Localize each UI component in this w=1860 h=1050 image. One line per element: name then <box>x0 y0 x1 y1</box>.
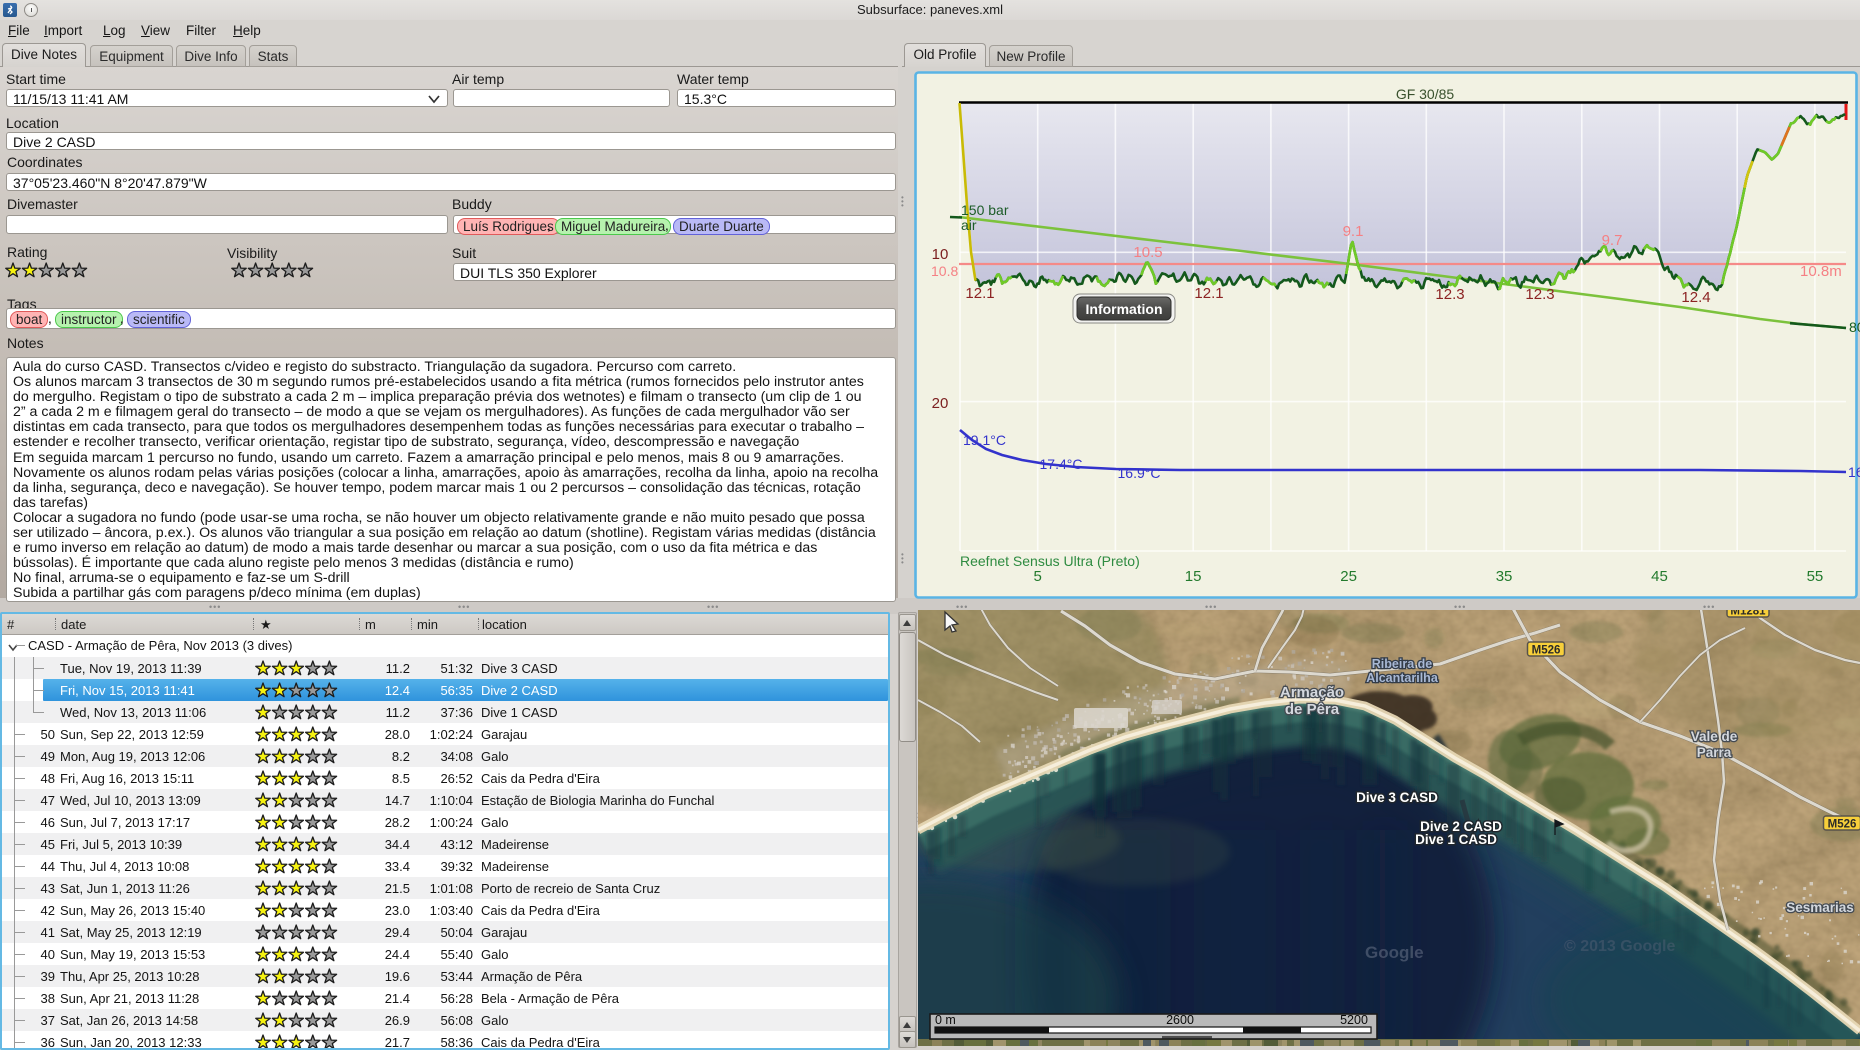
svg-text:35: 35 <box>1496 568 1513 585</box>
svg-text:© 2013 Google: © 2013 Google <box>1564 938 1675 955</box>
svg-text:Google: Google <box>1365 943 1424 962</box>
svg-text:15: 15 <box>1185 568 1202 585</box>
svg-text:10.8: 10.8 <box>931 263 958 279</box>
svg-text:M526: M526 <box>1532 645 1561 657</box>
svg-text:air: air <box>961 217 977 233</box>
svg-text:5200: 5200 <box>1340 1013 1368 1027</box>
svg-text:17.4°C: 17.4°C <box>1040 456 1083 472</box>
svg-text:9.1: 9.1 <box>1343 223 1364 240</box>
svg-text:de Pêra: de Pêra <box>1285 701 1340 718</box>
svg-text:12.3: 12.3 <box>1525 286 1554 303</box>
svg-text:M1281: M1281 <box>1730 610 1766 618</box>
svg-text:12.1: 12.1 <box>965 285 994 302</box>
svg-text:150 bar: 150 bar <box>961 202 1009 218</box>
svg-text:0 m: 0 m <box>935 1013 956 1027</box>
svg-text:Dive 1 CASD: Dive 1 CASD <box>1415 832 1497 847</box>
svg-text:GF 30/85: GF 30/85 <box>1396 86 1455 102</box>
svg-text:M526: M526 <box>1828 819 1857 831</box>
svg-text:10.5: 10.5 <box>1133 244 1162 261</box>
svg-text:10: 10 <box>932 246 949 263</box>
svg-text:19.1°C: 19.1°C <box>963 432 1006 448</box>
svg-text:Parra: Parra <box>1697 745 1732 760</box>
svg-text:12.3: 12.3 <box>1435 286 1464 303</box>
svg-text:20: 20 <box>932 395 949 412</box>
svg-text:Armação: Armação <box>1280 684 1344 701</box>
svg-text:12.4: 12.4 <box>1681 289 1710 306</box>
svg-text:45: 45 <box>1651 568 1668 585</box>
svg-text:Reefnet Sensus Ultra (Preto): Reefnet Sensus Ultra (Preto) <box>960 553 1140 569</box>
svg-text:25: 25 <box>1340 568 1357 585</box>
svg-text:9.7: 9.7 <box>1602 232 1623 249</box>
svg-text:16.9°C: 16.9°C <box>1118 465 1161 481</box>
svg-text:16: 16 <box>1848 464 1860 480</box>
svg-text:Information: Information <box>1086 301 1163 317</box>
svg-text:Vale de: Vale de <box>1691 729 1738 744</box>
svg-text:5: 5 <box>1034 568 1042 585</box>
svg-text:10.8m: 10.8m <box>1800 263 1842 280</box>
svg-text:Ribeira de: Ribeira de <box>1372 657 1432 671</box>
svg-text:Sesmarias: Sesmarias <box>1786 900 1854 915</box>
svg-text:55: 55 <box>1807 568 1824 585</box>
svg-text:Dive 3 CASD: Dive 3 CASD <box>1356 790 1438 805</box>
svg-text:12.1: 12.1 <box>1194 285 1223 302</box>
svg-text:2600: 2600 <box>1166 1013 1194 1027</box>
svg-text:80: 80 <box>1849 319 1860 335</box>
svg-text:Alcantarilha: Alcantarilha <box>1366 671 1439 685</box>
